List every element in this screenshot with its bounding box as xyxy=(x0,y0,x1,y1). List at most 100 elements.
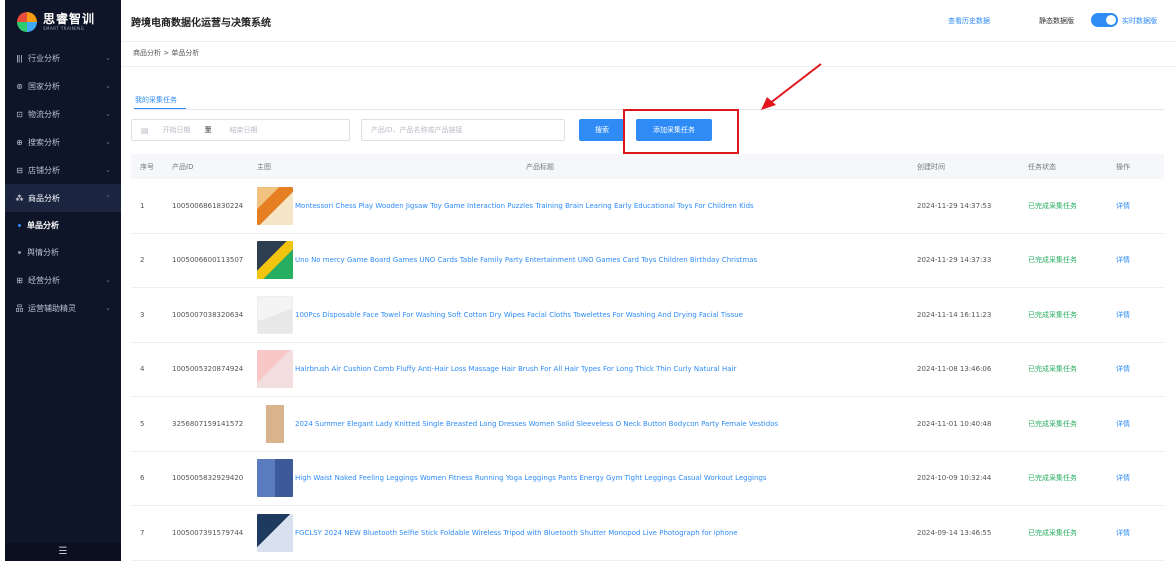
created-time: 2024-09-14 13:46:55 xyxy=(917,528,992,537)
truck-icon: ⊡ xyxy=(16,109,23,119)
column-header: 主图 xyxy=(257,162,271,171)
created-time: 2024-11-29 14:37:53 xyxy=(917,201,992,210)
end-date-input[interactable]: 结束日期 xyxy=(230,125,258,135)
search-button[interactable]: 搜索 xyxy=(579,119,625,141)
row-index: 4 xyxy=(140,365,145,374)
product-title-link[interactable]: FGCLSY 2024 NEW Bluetooth Selfie Stick F… xyxy=(295,529,905,537)
product-thumbnail xyxy=(257,459,293,498)
row-index: 1 xyxy=(140,201,145,210)
row-index: 5 xyxy=(140,419,145,428)
table-row: 7 1005007391579744 FGCLSY 2024 NEW Bluet… xyxy=(131,506,1164,561)
realtime-version-label: 实时数据版 xyxy=(1122,17,1157,25)
chevron-up-icon: ⌃ xyxy=(105,194,111,202)
product-title-link[interactable]: Uno No mercy Game Board Games UNO Cards … xyxy=(295,256,905,264)
date-range-picker[interactable]: ▤ 开始日期 至 结束日期 xyxy=(131,119,350,141)
column-header: 操作 xyxy=(1116,162,1130,171)
chevron-down-icon: ⌄ xyxy=(105,82,111,90)
created-time: 2024-11-01 10:40:48 xyxy=(917,419,992,428)
breadcrumb: 商品分析 > 单品分析 xyxy=(133,49,200,57)
tab-collection-tasks[interactable]: 我的采集任务 xyxy=(135,95,177,105)
table-row: 3 1005007038320634 100Pcs Disposable Fac… xyxy=(131,288,1164,343)
chevron-down-icon: ⌄ xyxy=(105,166,111,174)
product-title-link[interactable]: High Waist Naked Feeling Leggings Women … xyxy=(295,474,905,482)
detail-link[interactable]: 详情 xyxy=(1107,528,1164,538)
status-badge: 已完成采集任务 xyxy=(1028,201,1077,210)
status-badge: 已完成采集任务 xyxy=(1028,419,1077,428)
status-badge: 已完成采集任务 xyxy=(1028,310,1077,319)
collapse-sidebar-icon[interactable]: ☰ xyxy=(5,543,121,561)
sidebar-item-store[interactable]: ⊟ 店铺分析 ⌄ xyxy=(5,156,121,184)
sidebar-item-search[interactable]: ⊕ 搜索分析 ⌄ xyxy=(5,128,121,156)
bars-icon: ǁǀ xyxy=(16,53,23,63)
sidebar-item-industry[interactable]: ǁǀ 行业分析 ⌄ xyxy=(5,44,121,72)
sidebar-subitem-single-product[interactable]: 单品分析 xyxy=(5,212,121,239)
chevron-down-icon: ⌄ xyxy=(105,138,111,146)
detail-link[interactable]: 详情 xyxy=(1107,473,1164,483)
chevron-down-icon: ⌄ xyxy=(105,304,111,312)
toggle-knob xyxy=(1106,15,1116,25)
detail-link[interactable]: 详情 xyxy=(1107,364,1164,374)
product-title-link[interactable]: Hairbrush Air Cushion Comb Fluffy Anti-H… xyxy=(295,365,905,373)
product-title-link[interactable]: 100Pcs Disposable Face Towel For Washing… xyxy=(295,311,905,319)
sidebar: 思睿智训 SMART TRAINING ǁǀ 行业分析 ⌄ ⊛ 国家分析 ⌄ ⊡… xyxy=(5,0,121,561)
tasks-table: 序号 产品ID 主图 产品标题 创建时间 任务状态 操作 1 100500686… xyxy=(131,154,1164,561)
assistant-icon: 品 xyxy=(15,303,24,313)
created-time: 2024-11-08 13:46:06 xyxy=(917,365,992,374)
grid-icon: ⁂ xyxy=(15,193,24,203)
row-index: 6 xyxy=(140,474,145,483)
table-header: 序号 产品ID 主图 产品标题 创建时间 任务状态 操作 xyxy=(131,154,1164,179)
bullet-icon xyxy=(18,224,21,227)
logo-icon xyxy=(17,12,37,32)
table-row: 6 1005005832929420 High Waist Naked Feel… xyxy=(131,452,1164,506)
product-search-input[interactable] xyxy=(361,119,565,141)
product-title-link[interactable]: 2024 Summer Elegant Lady Knitted Single … xyxy=(295,420,905,428)
chevron-down-icon: ⌄ xyxy=(105,110,111,118)
product-thumbnail xyxy=(257,404,293,443)
created-time: 2024-11-14 16:11:23 xyxy=(917,310,992,319)
product-id: 3256807159141572 xyxy=(172,419,244,428)
annotation-highlight-box xyxy=(623,109,739,154)
status-badge: 已完成采集任务 xyxy=(1028,256,1077,265)
store-icon: ⊟ xyxy=(16,165,23,175)
product-title-link[interactable]: Montessori Chess Play Wooden Jigsaw Toy … xyxy=(295,202,905,210)
sidebar-subitem-sentiment[interactable]: 舆情分析 xyxy=(5,239,121,266)
divider xyxy=(121,66,1176,67)
top-header: 跨境电商数据化运营与决策系统 查看历史数据 静态数据版 实时数据版 xyxy=(121,0,1176,42)
logo[interactable]: 思睿智训 SMART TRAINING xyxy=(5,0,121,44)
sidebar-item-assistant[interactable]: 品 运营辅助精灵 ⌄ xyxy=(5,294,121,322)
product-thumbnail xyxy=(257,241,293,280)
chevron-down-icon: ⌄ xyxy=(105,54,111,62)
column-header: 创建时间 xyxy=(917,162,945,171)
annotation-arrow xyxy=(761,63,822,110)
table-row: 4 1005005320874924 Hairbrush Air Cushion… xyxy=(131,343,1164,397)
detail-link[interactable]: 详情 xyxy=(1107,255,1164,265)
product-thumbnail xyxy=(257,513,293,552)
created-time: 2024-10-09 10:32:44 xyxy=(917,474,992,483)
status-badge: 已完成采集任务 xyxy=(1028,474,1077,483)
detail-link[interactable]: 详情 xyxy=(1107,419,1164,429)
start-date-input[interactable]: 开始日期 xyxy=(163,125,191,135)
sidebar-item-country[interactable]: ⊛ 国家分析 ⌄ xyxy=(5,72,121,100)
sidebar-item-operations[interactable]: ⊞ 经营分析 ⌄ xyxy=(5,266,121,294)
created-time: 2024-11-29 14:37:33 xyxy=(917,256,992,265)
sidebar-item-logistics[interactable]: ⊡ 物流分析 ⌄ xyxy=(5,100,121,128)
sidebar-item-product[interactable]: ⁂ 商品分析 ⌃ xyxy=(5,184,121,212)
product-thumbnail xyxy=(257,295,293,334)
bullet-icon xyxy=(18,251,21,254)
status-badge: 已完成采集任务 xyxy=(1028,528,1077,537)
history-data-link[interactable]: 查看历史数据 xyxy=(948,16,990,26)
row-index: 2 xyxy=(140,256,145,265)
table-row: 2 1005006600113507 Uno No mercy Game Boa… xyxy=(131,234,1164,288)
chart-icon: ⊞ xyxy=(16,275,23,285)
column-header: 产品标题 xyxy=(526,162,554,171)
data-mode-toggle[interactable] xyxy=(1091,13,1118,27)
detail-link[interactable]: 详情 xyxy=(1107,310,1164,320)
product-id: 1005006600113507 xyxy=(172,256,244,265)
product-id: 1005007391579744 xyxy=(172,528,244,537)
table-row: 1 1005006861830224 Montessori Chess Play… xyxy=(131,179,1164,234)
static-version-label: 静态数据版 xyxy=(1039,17,1074,25)
detail-link[interactable]: 详情 xyxy=(1107,201,1164,211)
search-icon: ⊕ xyxy=(16,137,23,147)
calendar-icon: ▤ xyxy=(141,125,149,135)
product-id: 1005006861830224 xyxy=(172,201,244,210)
